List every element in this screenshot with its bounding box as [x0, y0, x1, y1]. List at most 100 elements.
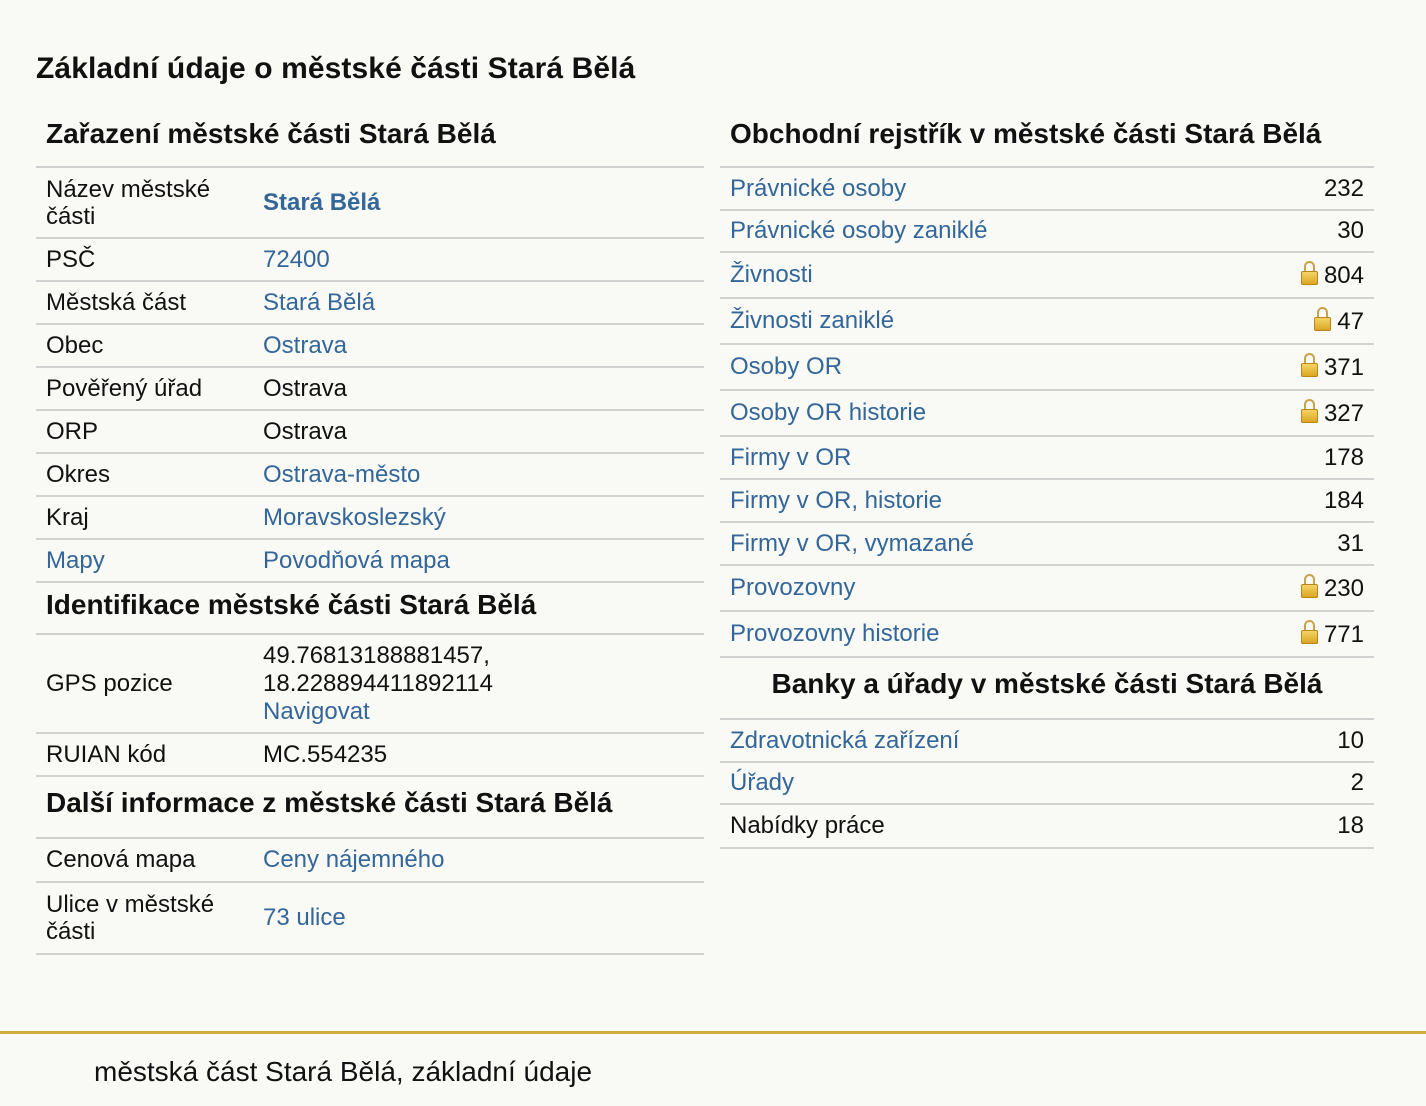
firmy-v-or-historie-link[interactable]: Firmy v OR, historie [730, 487, 942, 514]
footer-caption: městská část Stará Bělá, základní údaje [94, 1056, 593, 1087]
table-row: Provozovny historie 771 [720, 611, 1374, 658]
table-row: Osoby OR 371 [720, 344, 1374, 391]
table-row: Mapy Povodňová mapa [36, 539, 704, 583]
ruian-value: MC.554235 [253, 733, 704, 777]
count-value: 230 [1323, 574, 1364, 602]
zdravotnicka-zarizeni-link[interactable]: Zdravotnická zařízení [730, 727, 959, 754]
provozovny-historie-link[interactable]: Provozovny historie [730, 620, 939, 647]
table-row: Nabídky práce 18 [720, 804, 1374, 849]
banky-table: Zdravotnická zařízení 10 Úřady 2 Nabídky… [720, 720, 1374, 849]
navigate-link[interactable]: Navigovat [263, 698, 370, 725]
table-row: Firmy v OR 178 [720, 436, 1374, 480]
count-value: 232 [1223, 168, 1374, 211]
district-name-link[interactable]: Stará Bělá [263, 189, 380, 216]
mapy-link[interactable]: Mapy [46, 547, 105, 574]
mestska-cast-link[interactable]: Stará Bělá [263, 289, 375, 316]
footer-divider [0, 1031, 1426, 1034]
table-row: Městská část Stará Bělá [36, 281, 704, 325]
table-row: Okres Ostrava-město [36, 453, 704, 497]
lock-icon [1300, 398, 1318, 423]
gps-lat: 49.76813188881457, [263, 641, 490, 669]
row-label: Obec [36, 324, 253, 368]
provozovny-link[interactable]: Provozovny [730, 574, 855, 601]
table-row: Živnosti 804 [720, 252, 1374, 299]
lock-icon [1300, 619, 1318, 644]
table-row: RUIAN kód MC.554235 [36, 733, 704, 777]
lock-icon [1300, 573, 1318, 598]
table-row: Obec Ostrava [36, 324, 704, 368]
gps-lon: 18.228894411892114 [263, 669, 494, 697]
count-value: 184 [1223, 479, 1374, 523]
zivnosti-link[interactable]: Živnosti [730, 261, 813, 288]
table-row: PSČ 72400 [36, 238, 704, 282]
row-label: Cenová mapa [36, 839, 253, 883]
table-row: Pověřený úřad Ostrava [36, 367, 704, 411]
lock-icon [1314, 306, 1332, 331]
table-row: Právnické osoby zaniklé 30 [720, 210, 1374, 253]
row-label: Okres [36, 453, 253, 497]
table-row: Provozovny 230 [720, 565, 1374, 612]
osoby-or-historie-link[interactable]: Osoby OR historie [730, 399, 926, 426]
section-title-dalsi: Další informace z městské části Stará Bě… [36, 777, 704, 839]
count-value: 371 [1323, 353, 1364, 381]
rejstrik-table: Právnické osoby 232 Právnické osoby zani… [720, 168, 1374, 658]
pravnicke-osoby-link[interactable]: Právnické osoby [730, 175, 906, 202]
table-row: Firmy v OR, vymazané 31 [720, 522, 1374, 566]
section-title-rejstrik: Obchodní rejstřík v městské části Stará … [720, 110, 1374, 168]
row-value: Ostrava [253, 410, 704, 454]
ulice-link[interactable]: 73 ulice [263, 904, 346, 931]
osoby-or-link[interactable]: Osoby OR [730, 353, 842, 380]
table-row: Osoby OR historie 327 [720, 390, 1374, 437]
section-title-banky: Banky a úřady v městské části Stará Bělá [720, 658, 1374, 720]
lock-icon [1300, 260, 1318, 285]
zivnosti-zanikle-link[interactable]: Živnosti zaniklé [730, 307, 894, 334]
dalsi-table: Cenová mapa Ceny nájemného Ulice v městs… [36, 839, 704, 955]
row-value: Ostrava [253, 367, 704, 411]
count-value: 2 [1270, 762, 1374, 805]
table-row: GPS pozice 49.76813188881457, 18.2288944… [36, 635, 704, 734]
psc-link[interactable]: 72400 [263, 246, 330, 273]
section-title-zarazeni: Zařazení městské části Stará Bělá [36, 110, 704, 168]
obec-link[interactable]: Ostrava [263, 332, 347, 359]
count-value: 47 [1337, 307, 1364, 335]
section-title-identifikace: Identifikace městské části Stará Bělá [36, 583, 704, 635]
firmy-v-or-vymazane-link[interactable]: Firmy v OR, vymazané [730, 530, 974, 557]
row-label: Pověřený úřad [36, 367, 253, 411]
left-column: Zařazení městské části Stará Bělá Název … [36, 110, 704, 955]
pravnicke-osoby-zanikle-link[interactable]: Právnické osoby zaniklé [730, 217, 987, 244]
table-row: Firmy v OR, historie 184 [720, 479, 1374, 523]
row-label: PSČ [36, 238, 253, 282]
row-label: Ulice v městské části [36, 882, 253, 955]
page-title: Základní údaje o městské části Stará Běl… [36, 52, 636, 85]
count-value: 18 [1270, 804, 1374, 849]
count-value: 31 [1223, 522, 1374, 566]
table-row: Cenová mapa Ceny nájemného [36, 839, 704, 883]
count-value: 30 [1223, 210, 1374, 253]
count-value: 10 [1270, 720, 1374, 763]
povodnova-mapa-link[interactable]: Povodňová mapa [263, 547, 450, 574]
kraj-link[interactable]: Moravskoslezský [263, 504, 446, 531]
okres-link[interactable]: Ostrava-město [263, 461, 420, 488]
row-label: Název městské části [36, 168, 253, 239]
gps-label: GPS pozice [36, 635, 253, 734]
urady-link[interactable]: Úřady [730, 769, 794, 796]
ceny-najemneho-link[interactable]: Ceny nájemného [263, 846, 444, 873]
count-value: 327 [1323, 399, 1364, 427]
nabidky-prace-label: Nabídky práce [720, 804, 1271, 849]
ruian-label: RUIAN kód [36, 733, 253, 777]
table-row: Právnické osoby 232 [720, 168, 1374, 211]
row-label: ORP [36, 410, 253, 454]
row-label: Kraj [36, 496, 253, 540]
lock-icon [1300, 352, 1318, 377]
zarazeni-table: Název městské části Stará Bělá PSČ 72400… [36, 168, 704, 583]
table-row: ORP Ostrava [36, 410, 704, 454]
count-value: 771 [1323, 620, 1364, 648]
firmy-v-or-link[interactable]: Firmy v OR [730, 444, 851, 471]
table-row: Ulice v městské části 73 ulice [36, 882, 704, 955]
table-row: Živnosti zaniklé 47 [720, 298, 1374, 345]
table-row: Zdravotnická zařízení 10 [720, 720, 1374, 763]
count-value: 804 [1323, 261, 1364, 289]
row-label: Městská část [36, 281, 253, 325]
right-column: Obchodní rejstřík v městské části Stará … [720, 110, 1374, 849]
identifikace-table: GPS pozice 49.76813188881457, 18.2288944… [36, 635, 704, 777]
